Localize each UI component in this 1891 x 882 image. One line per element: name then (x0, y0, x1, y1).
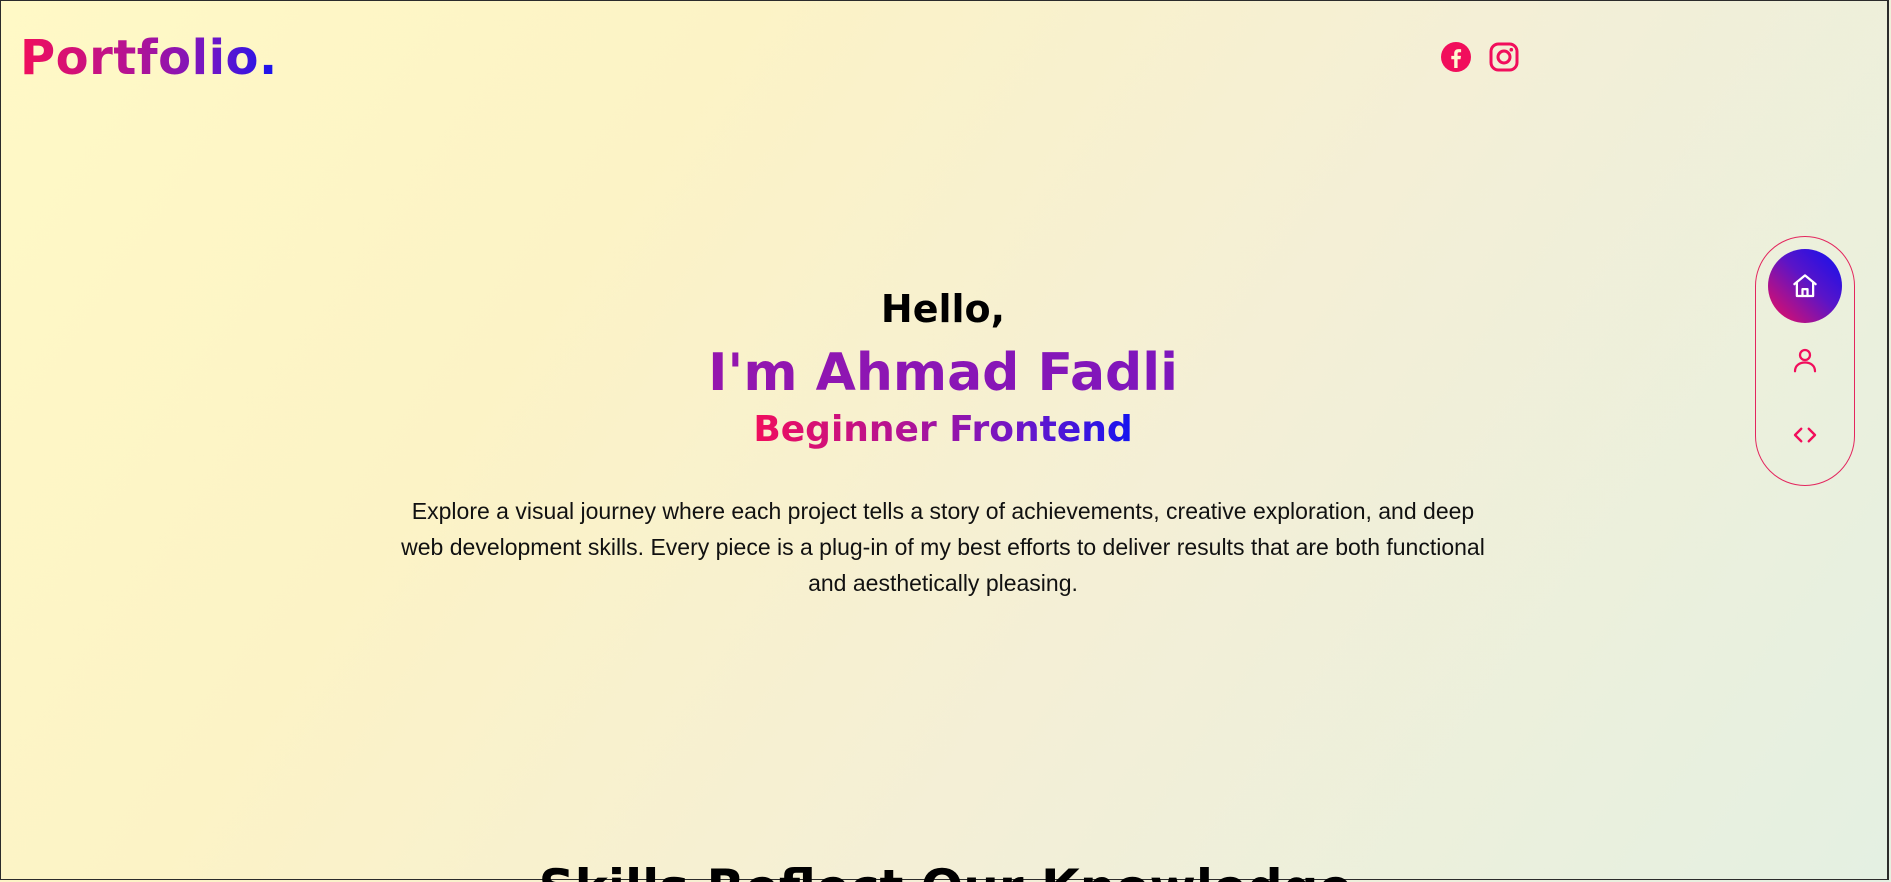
skills-section-heading: Skills Reflect Our Knowledge (0, 858, 1891, 882)
hero-section: Hello, I'm Ahmad Fadli Beginner Frontend… (340, 285, 1546, 601)
code-icon (1793, 427, 1817, 443)
instagram-icon[interactable] (1488, 41, 1520, 73)
nav-projects-button[interactable] (1768, 398, 1842, 472)
social-links (1440, 41, 1520, 73)
hero-role: Beginner Frontend (753, 407, 1132, 453)
hero-name: I'm Ahmad Fadli (340, 341, 1546, 405)
greeting: Hello, (880, 287, 1006, 331)
side-navigation (1755, 236, 1855, 486)
facebook-icon[interactable] (1440, 41, 1472, 73)
nav-about-button[interactable] (1768, 323, 1842, 397)
nav-home-button[interactable] (1768, 249, 1842, 323)
home-icon (1793, 274, 1817, 298)
logo[interactable]: Portfolio. (20, 28, 278, 88)
user-icon (1793, 348, 1817, 373)
hero-description: Explore a visual journey where each proj… (401, 498, 1485, 596)
